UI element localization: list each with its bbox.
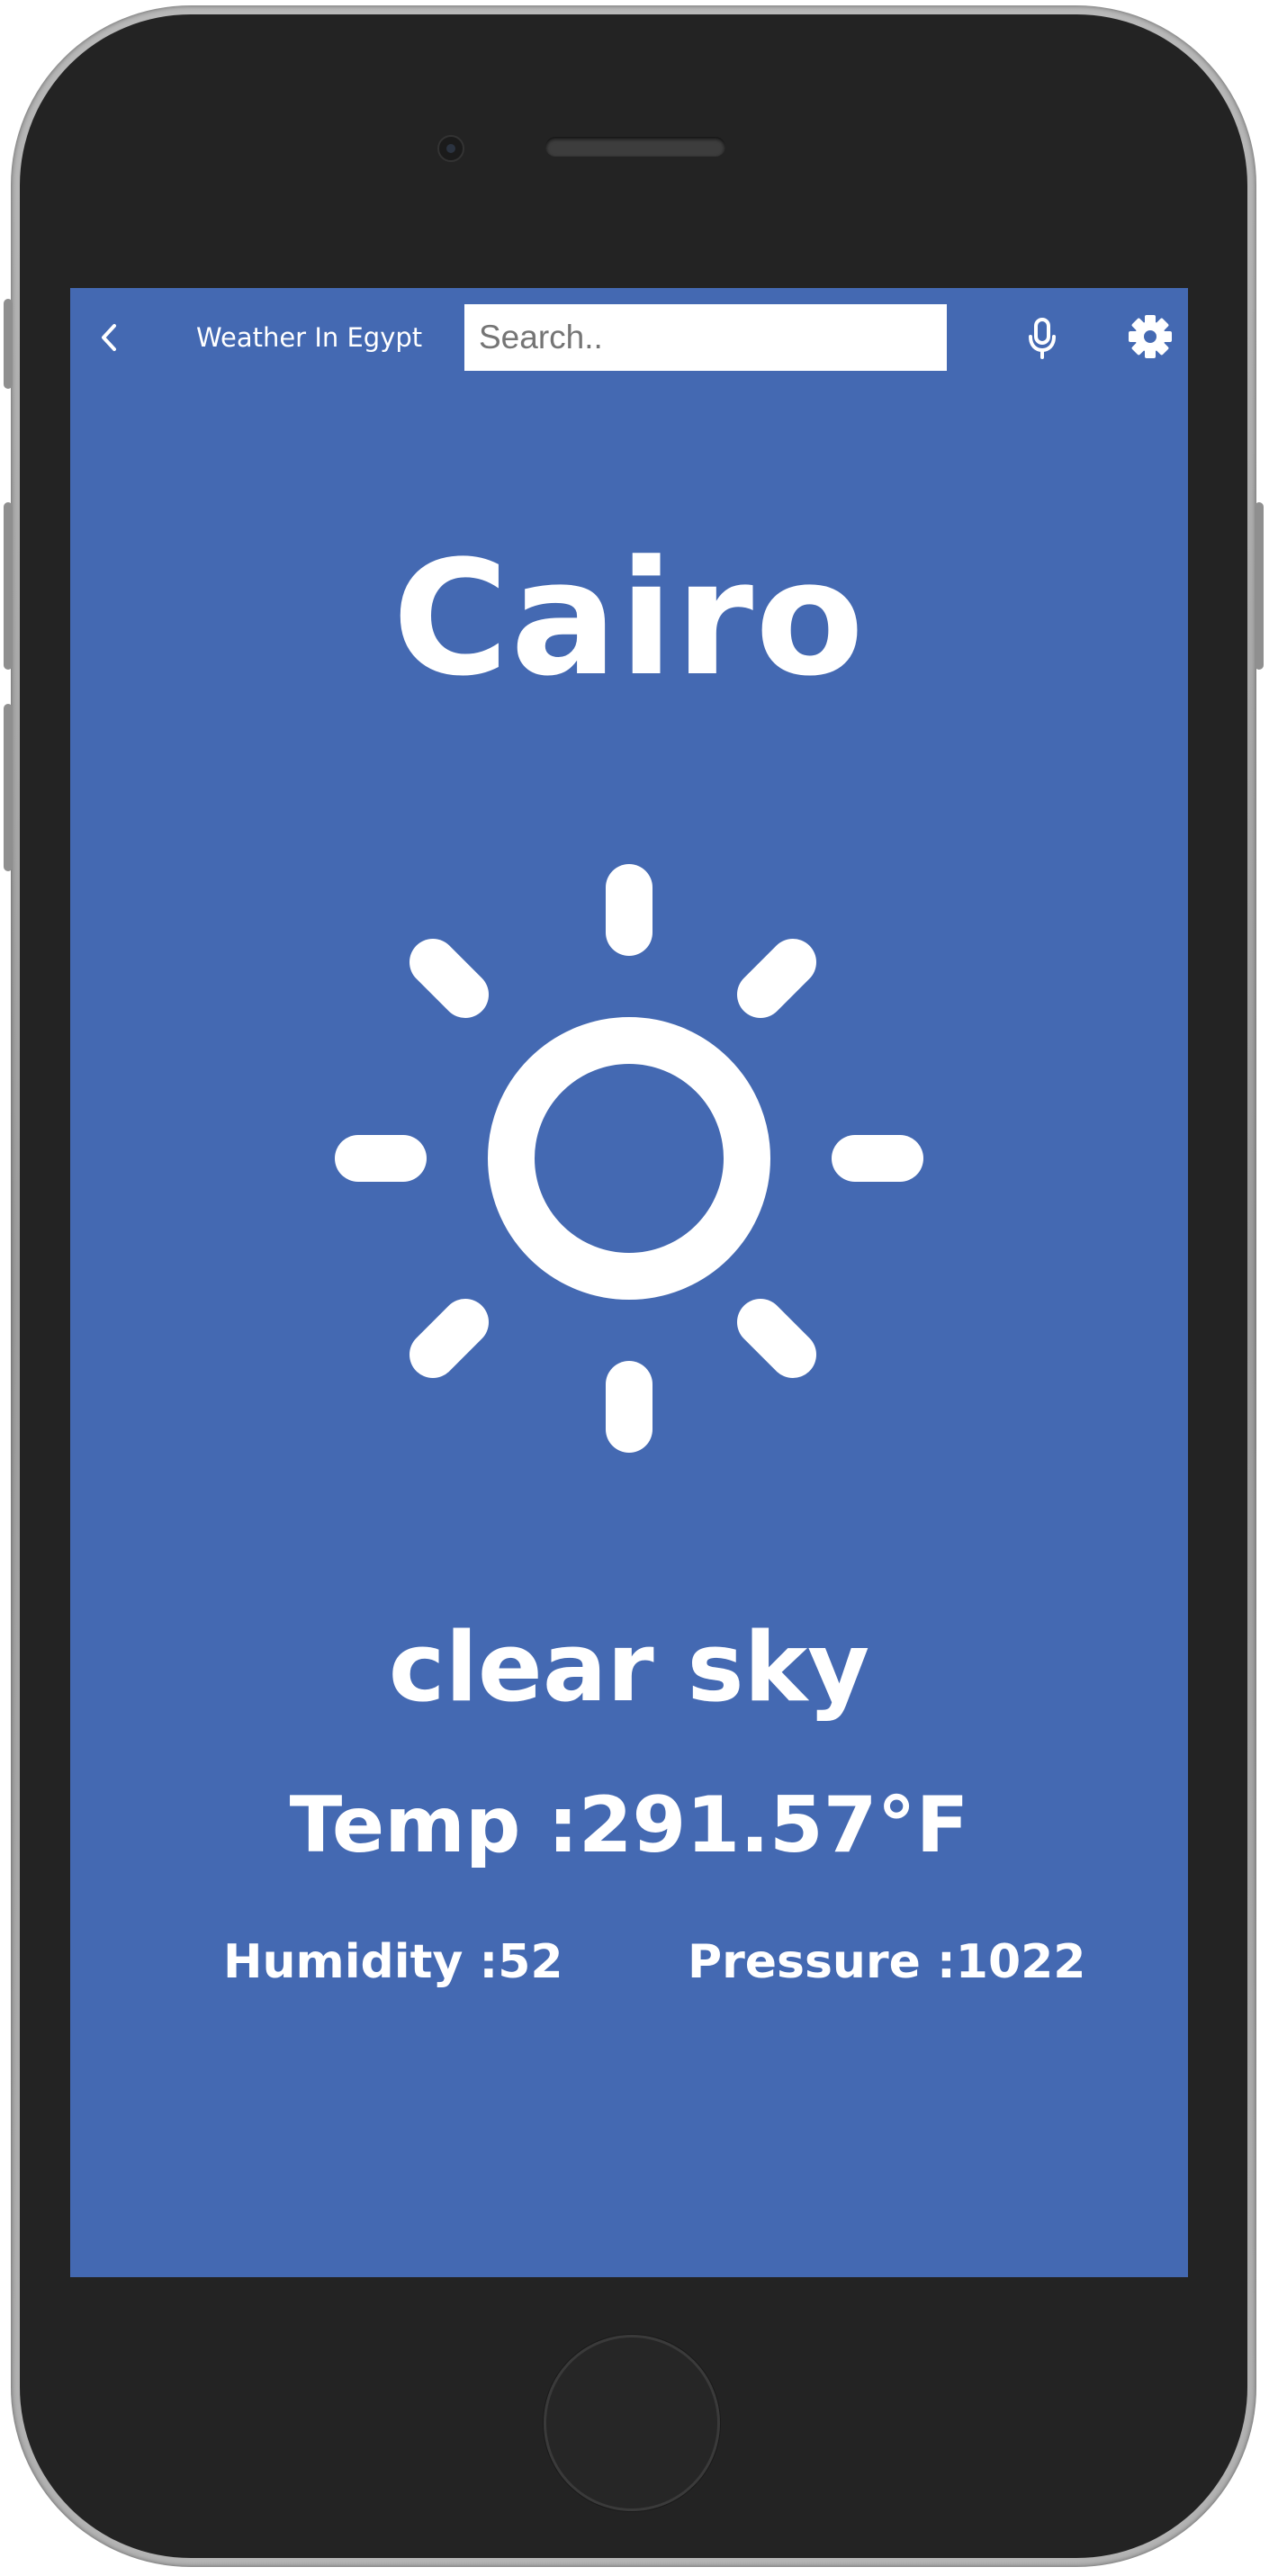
- temperature-value: 291.57: [578, 1780, 878, 1870]
- pressure-readout: Pressure :1022: [688, 1935, 1086, 1989]
- earpiece-speaker: [545, 137, 725, 157]
- weather-description: clear sky: [388, 1612, 870, 1723]
- humidity-readout: Humidity :52: [223, 1935, 563, 1989]
- pressure-value: 1022: [955, 1935, 1086, 1989]
- sun-icon: [335, 864, 923, 1453]
- side-button-mute: [4, 299, 13, 389]
- search-input[interactable]: [464, 304, 947, 371]
- home-button[interactable]: [544, 2335, 720, 2511]
- humidity-label: Humidity :: [223, 1935, 499, 1989]
- voice-search-button[interactable]: [1015, 311, 1069, 365]
- pressure-label: Pressure :: [688, 1935, 956, 1989]
- temperature-label: Temp :: [289, 1780, 579, 1870]
- humidity-value: 52: [498, 1935, 563, 1989]
- gear-icon: [1129, 315, 1172, 358]
- app-title: Weather In Egypt: [196, 322, 423, 353]
- front-camera: [437, 135, 464, 162]
- app-screen: Weather In Egypt Cairo: [70, 288, 1188, 2277]
- settings-button[interactable]: [1123, 310, 1177, 364]
- side-button-volume-up: [4, 502, 13, 670]
- microphone-icon: [1029, 318, 1056, 359]
- side-button-power: [1255, 502, 1264, 670]
- back-button[interactable]: [86, 315, 131, 360]
- city-name: Cairo: [392, 527, 866, 711]
- chevron-left-icon: [102, 324, 116, 351]
- side-button-volume-down: [4, 704, 13, 871]
- temperature-unit: °F: [877, 1780, 969, 1870]
- temperature-readout: Temp :291.57°F: [70, 1787, 1188, 1864]
